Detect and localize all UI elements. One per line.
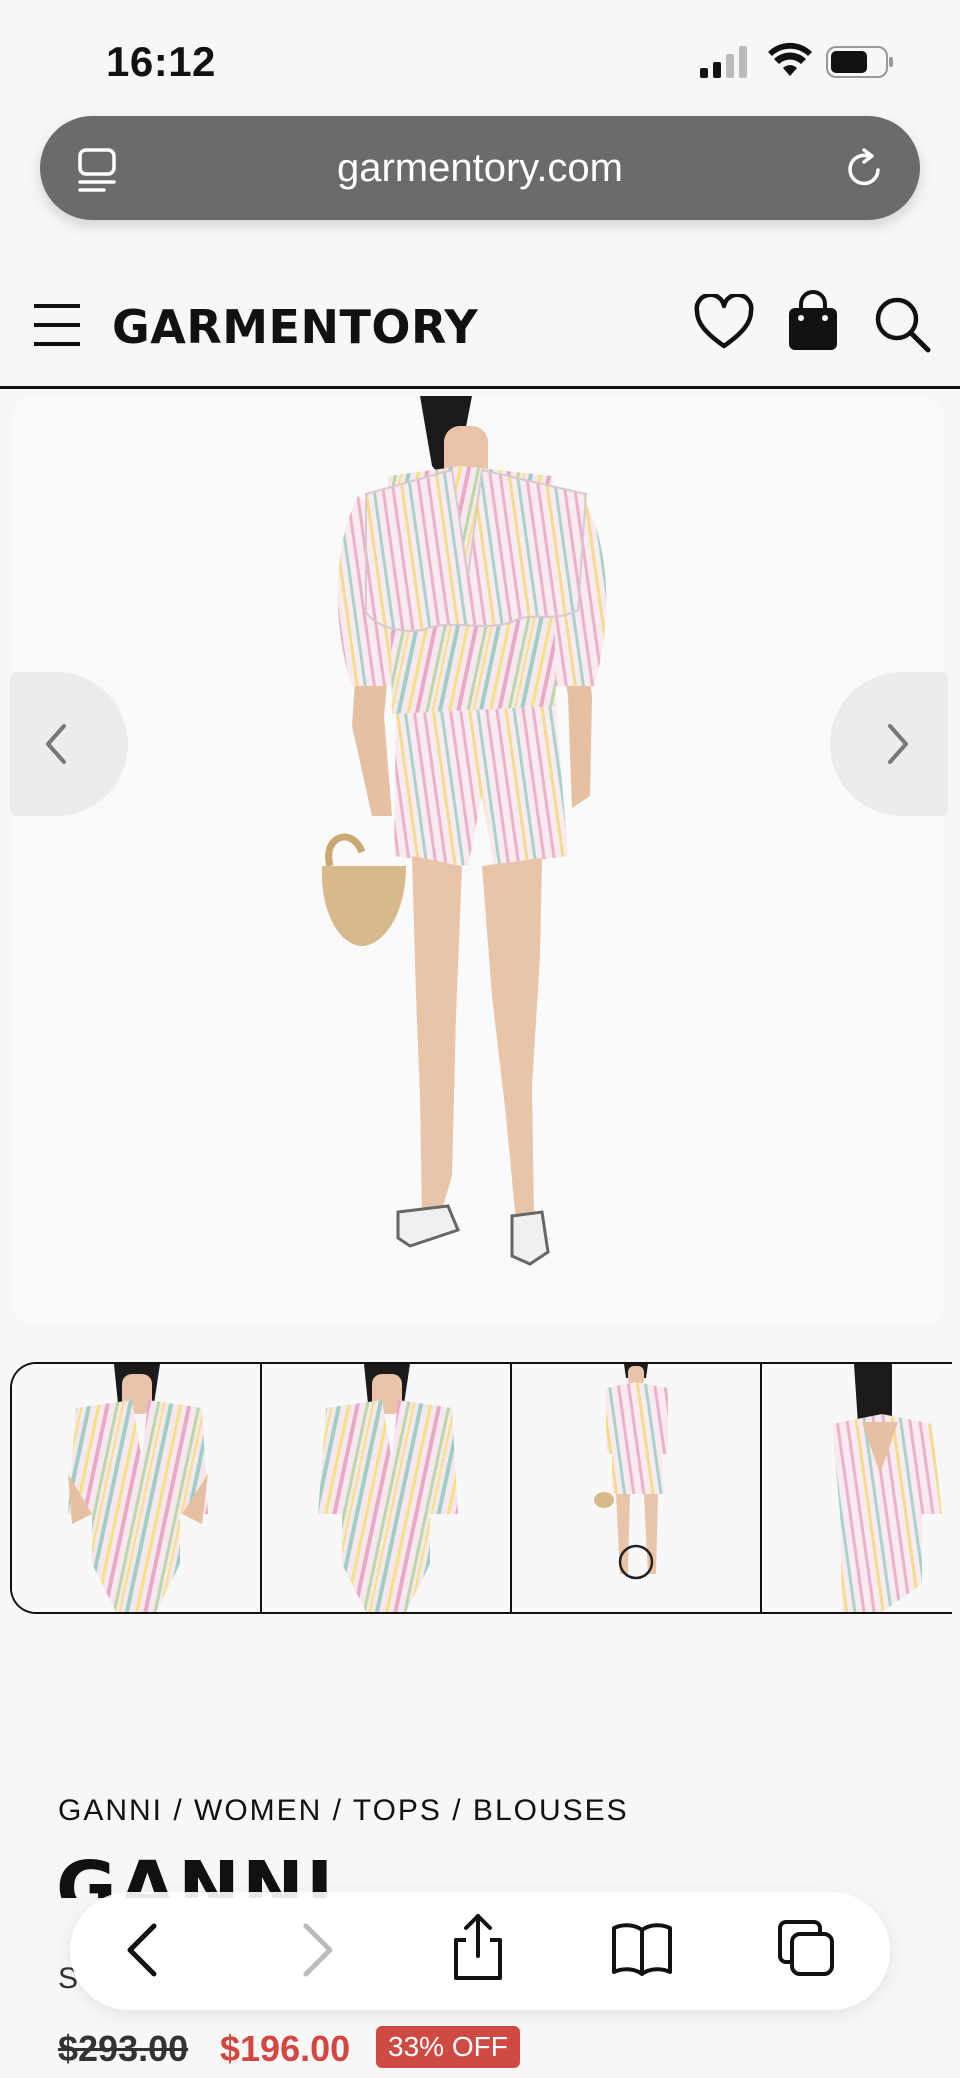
original-price: $293.00: [58, 2028, 189, 2069]
browser-toolbar: [70, 1892, 890, 2010]
status-time: 16:12: [106, 38, 216, 85]
breadcrumb[interactable]: GANNI / WOMEN / TOPS / BLOUSES: [58, 1794, 629, 1828]
tabs-overview-icon[interactable]: [776, 1918, 836, 1978]
thumbnail-4[interactable]: [762, 1364, 952, 1612]
site-header: GARMENTORY: [0, 268, 960, 389]
sale-price: $196.00: [220, 2028, 351, 2069]
thumbnail-image: [832, 1364, 942, 1612]
menu-icon[interactable]: [32, 302, 82, 348]
wifi-icon: [768, 42, 812, 76]
url-text[interactable]: garmentory.com: [40, 146, 920, 191]
discount-badge: 33% OFF: [376, 2026, 520, 2068]
product-brand[interactable]: GANNI: [56, 1846, 335, 1898]
share-icon[interactable]: [450, 1912, 506, 1982]
chevron-left-icon: [46, 724, 66, 764]
bookmarks-icon[interactable]: [610, 1922, 674, 1976]
cellular-signal-icon: [700, 46, 747, 78]
heart-icon[interactable]: [694, 294, 754, 350]
site-logo[interactable]: GARMENTORY: [112, 300, 478, 354]
battery-icon: [826, 46, 893, 78]
address-bar[interactable]: garmentory.com: [40, 116, 920, 220]
product-photo: [321, 396, 607, 1266]
back-icon[interactable]: [122, 1920, 162, 1980]
thumbnail-image: [318, 1364, 458, 1612]
thumbnail-3[interactable]: [512, 1364, 762, 1612]
thumbnail-image: [594, 1364, 668, 1580]
thumbnail-strip[interactable]: [10, 1362, 952, 1614]
bag-icon[interactable]: [786, 290, 840, 352]
forward-icon[interactable]: [298, 1920, 338, 1980]
search-icon[interactable]: [872, 294, 932, 354]
product-main-image[interactable]: [12, 396, 944, 1326]
thumbnail-image: [68, 1364, 208, 1612]
chevron-right-icon: [888, 724, 908, 764]
thumbnail-2[interactable]: [262, 1364, 512, 1612]
reload-icon[interactable]: [844, 146, 886, 190]
thumbnail-1[interactable]: [12, 1364, 262, 1612]
status-bar: 16:12: [0, 0, 960, 110]
